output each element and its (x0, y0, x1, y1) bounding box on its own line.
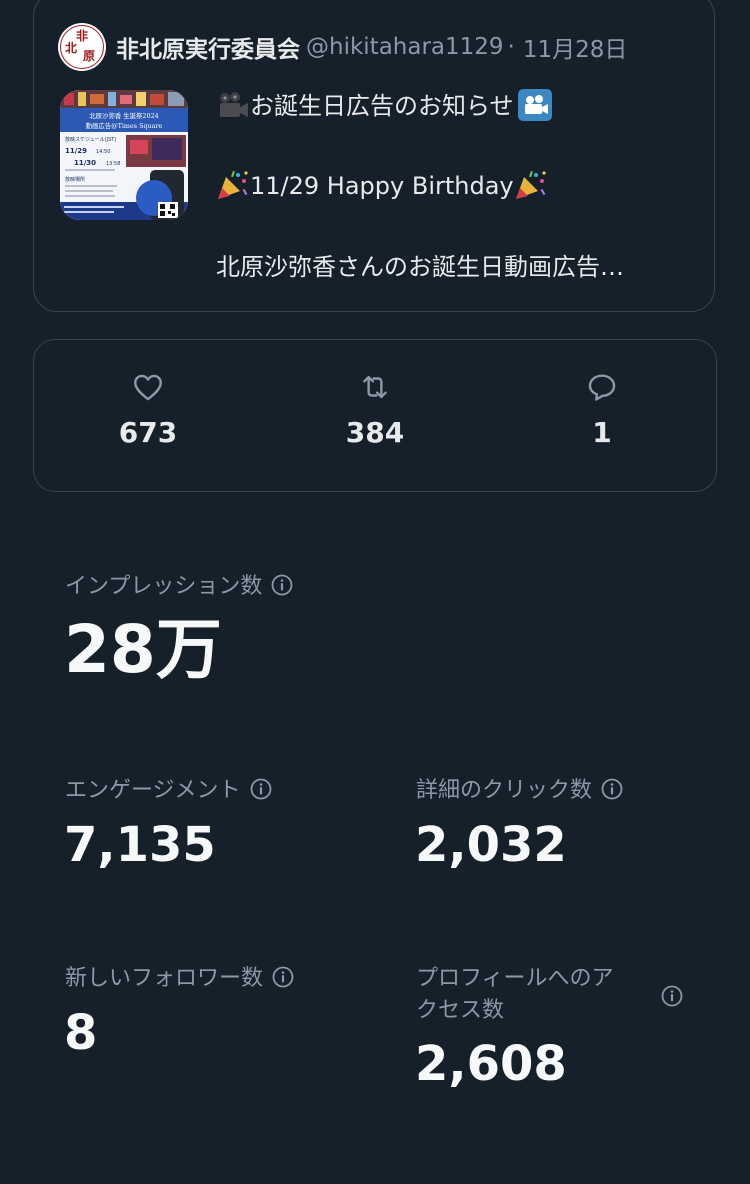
avatar-seal-logo: 非 北 原 (60, 25, 104, 69)
info-icon[interactable] (249, 777, 273, 801)
detail-clicks-label-text: 詳細のクリック数 (416, 778, 593, 803)
tweet-date[interactable]: 11月28日 (523, 31, 628, 63)
avatar-glyph: 北 (65, 41, 78, 55)
profile-visits-label-line-2: クセス数 (416, 998, 505, 1023)
separator-dot: · (507, 34, 515, 60)
retweet-icon (363, 375, 387, 399)
heart-icon (134, 374, 162, 401)
media-schedule-title: 放映スケジュール(JST) (65, 136, 116, 143)
avatar-glyph: 原 (83, 49, 96, 63)
handle[interactable]: @hikitahara1129 (306, 34, 504, 60)
party-popper-icon (218, 170, 248, 199)
like-count: 673 (118, 416, 178, 449)
engagement-value: 7,135 (64, 817, 216, 873)
impressions-label: インプレッション数 (65, 572, 294, 602)
impressions-value: 28万 (64, 611, 222, 688)
engagement-counts-card: 673 384 1 (33, 339, 717, 492)
detail-clicks-label: 詳細のクリック数 (416, 776, 624, 806)
media-time-1: 14:50 (96, 149, 110, 155)
like-metric[interactable]: 673 (68, 370, 228, 470)
display-name[interactable]: 非北原実行委員会 (116, 31, 300, 63)
info-icon[interactable] (600, 777, 624, 801)
retweet-count: 384 (345, 416, 405, 449)
impressions-label-text: インプレッション数 (65, 574, 263, 599)
new-followers-label-text: 新しいフォロワー数 (65, 966, 264, 991)
new-followers-label: 新しいフォロワー数 (65, 964, 295, 994)
engagement-label-text: エンゲージメント (65, 778, 241, 803)
profile-visits-label-line-1: プロフィールへのア (416, 966, 614, 991)
engagement-label: エンゲージメント (65, 776, 273, 806)
avatar-glyph: 非 (76, 29, 89, 43)
media-banner-title: 北原沙弥香 生誕祭2024 (89, 111, 158, 120)
tweet-headline: お誕生日広告のお知らせ (250, 92, 514, 120)
media-date-1: 11/29 (65, 147, 87, 155)
tweet-text-line-1: お誕生日広告のお知らせ (216, 89, 552, 122)
info-icon[interactable] (271, 965, 295, 989)
tweet-header: 非北原実行委員会 @hikitahara1129 · 11月28日 (116, 31, 692, 63)
quoted-tweet-card[interactable]: 非 北 原 非北原実行委員会 @hikitahara1129 · 11月28日 … (33, 0, 715, 312)
info-icon[interactable] (270, 573, 294, 597)
avatar[interactable]: 非 北 原 (58, 23, 106, 71)
media-thumbnail[interactable]: 北原沙弥香 生誕祭2024 動画広告@Times Square 放映スケジュール… (60, 90, 188, 220)
profile-visits-value: 2,608 (415, 1036, 567, 1092)
reply-count: 1 (592, 416, 612, 449)
tweet-text-line-3: 北原沙弥香さんのお誕生日動画広告… (216, 253, 624, 281)
media-venue-title: 放映場所 (65, 176, 85, 183)
media-thumbnail-image: 北原沙弥香 生誕祭2024 動画広告@Times Square 放映スケジュール… (60, 90, 188, 220)
reply-bubble-icon (588, 374, 616, 401)
tweet-birthday-line: 11/29 Happy Birthday (250, 172, 514, 200)
party-popper-icon (515, 170, 546, 199)
media-time-2: 13:58 (106, 161, 120, 167)
cinema-icon (517, 89, 552, 121)
media-banner-subtitle: 動画広告@Times Square (86, 121, 163, 130)
detail-clicks-value: 2,032 (415, 817, 567, 873)
new-followers-value: 8 (64, 1005, 98, 1061)
media-date-2: 11/30 (74, 159, 96, 167)
retweet-metric[interactable]: 384 (295, 370, 455, 470)
movie-camera-icon (220, 92, 248, 117)
reply-metric[interactable]: 1 (522, 370, 682, 470)
info-icon[interactable] (660, 984, 684, 1008)
tweet-text-line-2: 11/29 Happy Birthday (216, 169, 548, 202)
